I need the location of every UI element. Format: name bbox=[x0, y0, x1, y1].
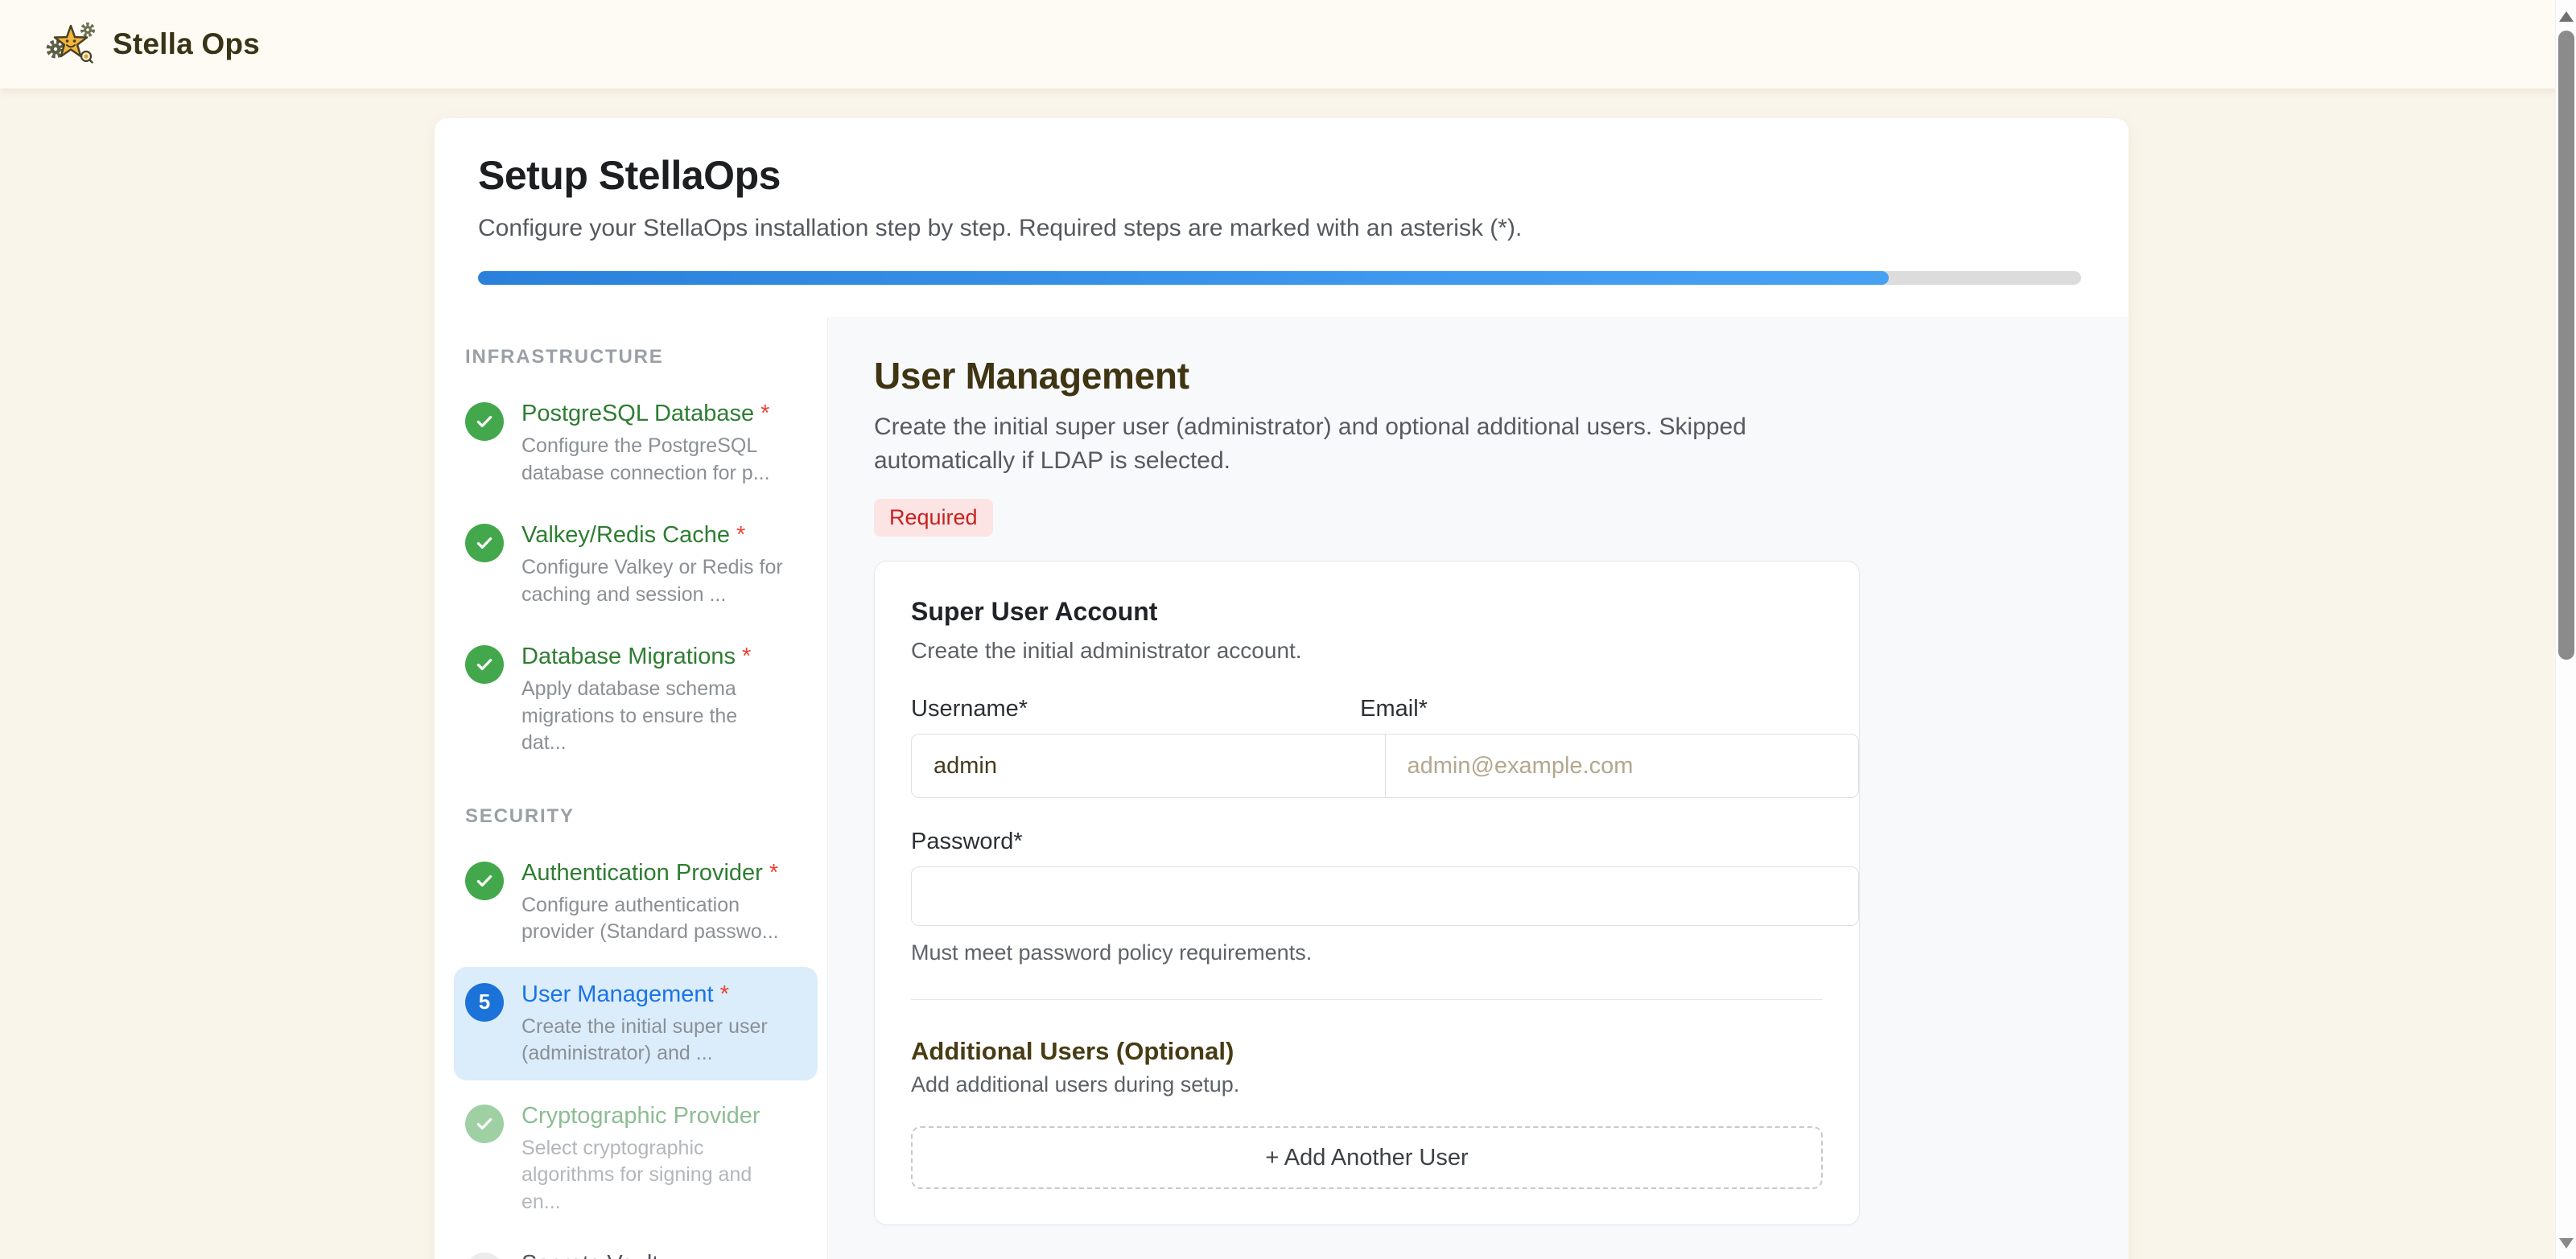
setup-header: Setup StellaOps Configure your StellaOps… bbox=[435, 118, 2129, 317]
required-asterisk: * bbox=[736, 522, 745, 548]
password-label: Password* bbox=[911, 829, 1823, 855]
additional-users-subtitle: Add additional users during setup. bbox=[911, 1072, 1823, 1097]
setup-progress-fill bbox=[478, 271, 1889, 285]
email-label: Email* bbox=[1360, 696, 1823, 722]
page-title: Setup StellaOps bbox=[478, 152, 2083, 199]
step-content-pane: User Management Create the initial super… bbox=[828, 317, 2129, 1259]
panel-subtitle: Create the initial administrator account… bbox=[911, 638, 1823, 664]
sidebar-item-authentication-provider[interactable]: Authentication Provider* Configure authe… bbox=[454, 846, 818, 959]
required-asterisk: * bbox=[760, 401, 769, 426]
step-description: Configure the PostgreSQL database connec… bbox=[521, 433, 787, 487]
sidebar-item-postgresql-database[interactable]: PostgreSQL Database* Configure the Postg… bbox=[454, 386, 818, 500]
username-email-field-group bbox=[911, 734, 1859, 798]
section-label-security: SECURITY bbox=[465, 805, 818, 828]
scrollbar-down-arrow[interactable] bbox=[2556, 1227, 2576, 1259]
step-number-badge: 5 bbox=[465, 983, 504, 1022]
step-title: Secrets Vault bbox=[521, 1251, 658, 1259]
window-scrollbar bbox=[2555, 0, 2576, 1259]
step-title: Authentication Provider bbox=[521, 860, 763, 886]
top-navbar: Stella Ops bbox=[0, 0, 2576, 88]
sidebar-item-valkey-redis-cache[interactable]: Valkey/Redis Cache* Configure Valkey or … bbox=[454, 508, 818, 621]
setup-card: Setup StellaOps Configure your StellaOps… bbox=[435, 118, 2129, 1259]
brand-name: Stella Ops bbox=[113, 27, 260, 61]
step-description: Configure Valkey or Redis for caching an… bbox=[521, 554, 787, 608]
password-helper-text: Must meet password policy requirements. bbox=[911, 940, 1823, 965]
password-input[interactable] bbox=[911, 866, 1859, 926]
username-input[interactable] bbox=[912, 734, 1385, 797]
brand: Stella Ops bbox=[45, 19, 260, 71]
required-asterisk: * bbox=[720, 981, 729, 1007]
step-title: Valkey/Redis Cache bbox=[521, 522, 730, 548]
section-divider bbox=[911, 999, 1823, 1000]
step-done-check-icon bbox=[465, 524, 504, 562]
section-label-infrastructure: INFRASTRUCTURE bbox=[465, 346, 818, 368]
scrollbar-thumb[interactable] bbox=[2558, 31, 2574, 660]
sidebar-item-database-migrations[interactable]: Database Migrations* Apply database sche… bbox=[454, 629, 818, 770]
step-description: Select cryptographic algorithms for sign… bbox=[521, 1135, 787, 1216]
setup-steps-sidebar: INFRASTRUCTURE PostgreSQL Database* Conf… bbox=[435, 317, 828, 1259]
step-heading: User Management bbox=[874, 354, 2129, 397]
super-user-account-panel: Super User Account Create the initial ad… bbox=[874, 561, 1860, 1225]
setup-progress-bar bbox=[478, 271, 2081, 285]
sidebar-item-cryptographic-provider[interactable]: Cryptographic Provider Select cryptograp… bbox=[454, 1088, 818, 1229]
page-subtitle: Configure your StellaOps installation st… bbox=[478, 215, 2083, 242]
scrollbar-up-arrow[interactable] bbox=[2556, 0, 2576, 32]
required-status-badge: Required bbox=[874, 499, 993, 537]
step-description: Configure authentication provider (Stand… bbox=[521, 892, 787, 946]
add-another-user-button[interactable]: + Add Another User bbox=[911, 1126, 1823, 1189]
step-done-check-icon bbox=[465, 862, 504, 900]
step-done-check-icon bbox=[465, 645, 504, 684]
step-done-check-icon bbox=[465, 1105, 504, 1143]
sidebar-item-user-management[interactable]: 5 User Management* Create the initial su… bbox=[454, 967, 818, 1080]
panel-title: Super User Account bbox=[911, 597, 1823, 627]
step-number-badge: 7 bbox=[465, 1253, 504, 1259]
required-asterisk: * bbox=[742, 644, 751, 669]
stella-ops-logo-icon bbox=[45, 19, 98, 71]
required-asterisk: * bbox=[769, 860, 778, 886]
additional-users-title: Additional Users (Optional) bbox=[911, 1037, 1823, 1066]
sidebar-item-secrets-vault[interactable]: 7 Secrets Vault Configure a secrets vaul… bbox=[454, 1236, 818, 1259]
step-title: User Management bbox=[521, 981, 714, 1007]
step-description: Apply database schema migrations to ensu… bbox=[521, 676, 787, 757]
step-title: Cryptographic Provider bbox=[521, 1103, 760, 1129]
step-done-check-icon bbox=[465, 402, 504, 441]
step-title: PostgreSQL Database bbox=[521, 401, 754, 426]
email-input[interactable] bbox=[1386, 734, 1859, 797]
username-label: Username* bbox=[911, 696, 1360, 722]
step-description-text: Create the initial super user (administr… bbox=[874, 410, 1767, 478]
step-description: Create the initial super user (administr… bbox=[521, 1014, 787, 1068]
step-title: Database Migrations bbox=[521, 644, 736, 669]
